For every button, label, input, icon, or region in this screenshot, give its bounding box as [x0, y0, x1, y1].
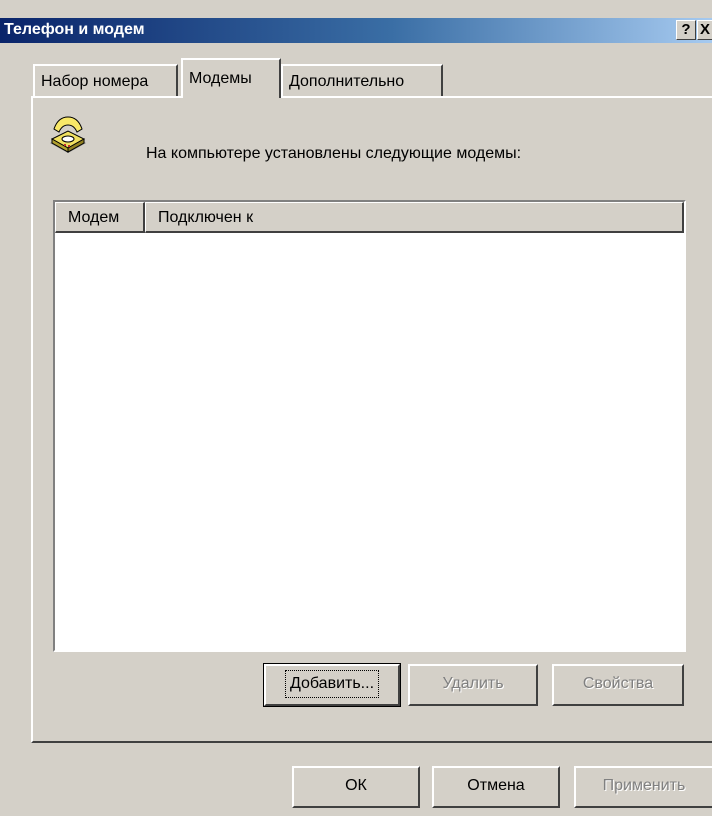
tab-label: Дополнительно [289, 73, 405, 90]
apply-button[interactable]: Применить [574, 766, 712, 808]
ok-button[interactable]: ОК [292, 766, 420, 808]
phone-modem-dialog: Телефон и модем ? X Набор номера Модемы … [0, 0, 712, 816]
remove-button[interactable]: Удалить [408, 664, 538, 706]
cancel-button-label: Отмена [467, 777, 525, 794]
tab-dialing-rules[interactable]: Набор номера [33, 64, 178, 96]
properties-button-label: Свойства [582, 675, 654, 692]
close-icon: X [699, 21, 710, 38]
title-bar[interactable]: Телефон и модем ? X [0, 18, 712, 43]
add-button[interactable]: Добавить... [263, 663, 401, 707]
add-button-label: Добавить... [284, 670, 380, 698]
properties-button[interactable]: Свойства [552, 664, 684, 706]
list-header: Модем Подключен к [55, 202, 684, 233]
modem-list[interactable]: Модем Подключен к [53, 200, 686, 652]
tab-advanced[interactable]: Дополнительно [281, 64, 443, 96]
help-button[interactable]: ? [676, 20, 696, 40]
column-header-connected-to[interactable]: Подключен к [145, 202, 684, 233]
tab-label: Модемы [189, 70, 252, 87]
help-icon: ? [681, 21, 691, 38]
cancel-button[interactable]: Отмена [432, 766, 560, 808]
remove-button-label: Удалить [442, 675, 504, 692]
apply-button-label: Применить [602, 777, 686, 794]
tab-label: Набор номера [41, 73, 149, 90]
tab-modems[interactable]: Модемы [181, 58, 281, 98]
ok-button-label: ОК [345, 777, 367, 794]
window-title: Телефон и модем [4, 21, 145, 38]
column-header-modem[interactable]: Модем [55, 202, 145, 233]
modems-intro-text: На компьютере установлены следующие моде… [146, 145, 522, 162]
close-button[interactable]: X [697, 20, 712, 40]
